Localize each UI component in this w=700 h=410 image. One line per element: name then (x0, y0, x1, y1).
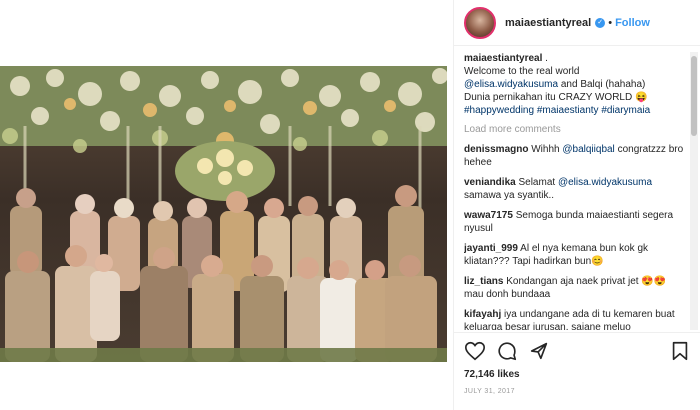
separator-dot: • (608, 16, 613, 29)
action-icons (464, 339, 691, 363)
comment-text: samawa ya syantik.. (464, 190, 555, 201)
caption-line2: Welcome to the real world (464, 66, 580, 77)
post-actions: 72,146 likes JULY 31, 2017 (454, 332, 700, 395)
comment-username[interactable]: denissmagno (464, 144, 528, 155)
avatar[interactable] (464, 6, 496, 39)
comment-mention[interactable]: @balqiiqbal (562, 144, 614, 155)
likes-count[interactable]: 72,146 likes (464, 369, 691, 380)
post-header: maiaestiantyreal ✓ • Follow (454, 0, 700, 46)
post-photo[interactable] (0, 66, 447, 362)
comment-username[interactable]: jayanti_999 (464, 243, 518, 254)
heart-icon[interactable] (464, 340, 486, 362)
scrollbar-thumb[interactable] (691, 56, 697, 136)
comment-item: denissmagno Wihhh @balqiiqbal congratzzz… (464, 143, 686, 169)
comment-text: Wihhh (528, 144, 563, 155)
caption-line3: and Balqi (hahaha) (558, 79, 646, 90)
comment-username[interactable]: liz_tians (464, 276, 503, 287)
comment-item: kifayahj iya undangane ada di tu kemaren… (464, 308, 686, 330)
comments-scrollbar[interactable] (690, 52, 698, 330)
comment-item: liz_tians Kondangan aja naek privat jet … (464, 275, 686, 301)
load-more-comments-button[interactable]: Load more comments (464, 123, 686, 136)
caption-line4: Dunia pernikahan itu CRAZY WORLD 😝 (464, 92, 648, 103)
bookmark-icon[interactable] (669, 340, 691, 362)
post-username[interactable]: maiaestiantyreal (505, 17, 591, 29)
post-side-panel: maiaestiantyreal ✓ • Follow maiaestianty… (453, 0, 700, 410)
comment-text: Selamat (515, 177, 558, 188)
caption-line1: . (542, 53, 548, 64)
comment-icon[interactable] (496, 340, 518, 362)
caption-mention[interactable]: @elisa.widyakusuma (464, 79, 558, 90)
verified-badge-icon: ✓ (595, 17, 606, 28)
comments-list[interactable]: maiaestiantyreal . Welcome to the real w… (464, 52, 686, 330)
comment-item: wawa7175 Semoga bunda maiaestianti seger… (464, 209, 686, 235)
share-icon[interactable] (528, 340, 550, 362)
comment-item: jayanti_999 Al el nya kemana bun kok gk … (464, 242, 686, 268)
comment-username[interactable]: kifayahj (464, 309, 501, 320)
comment-username[interactable]: veniandika (464, 177, 516, 188)
post-date[interactable]: JULY 31, 2017 (464, 388, 691, 395)
caption-username[interactable]: maiaestiantyreal (464, 53, 542, 64)
follow-button[interactable]: Follow (615, 17, 650, 29)
caption-hashtags[interactable]: #happywedding #maiaestianty #diarymaia (464, 105, 650, 116)
comment-item: veniandika Selamat @elisa.widyakusuma sa… (464, 176, 686, 202)
comment-mention[interactable]: @elisa.widyakusuma (558, 177, 652, 188)
caption: maiaestiantyreal . Welcome to the real w… (464, 52, 686, 117)
post-image-column (0, 0, 453, 410)
wedding-group-photo (0, 66, 447, 362)
comment-username[interactable]: wawa7175 (464, 210, 513, 221)
